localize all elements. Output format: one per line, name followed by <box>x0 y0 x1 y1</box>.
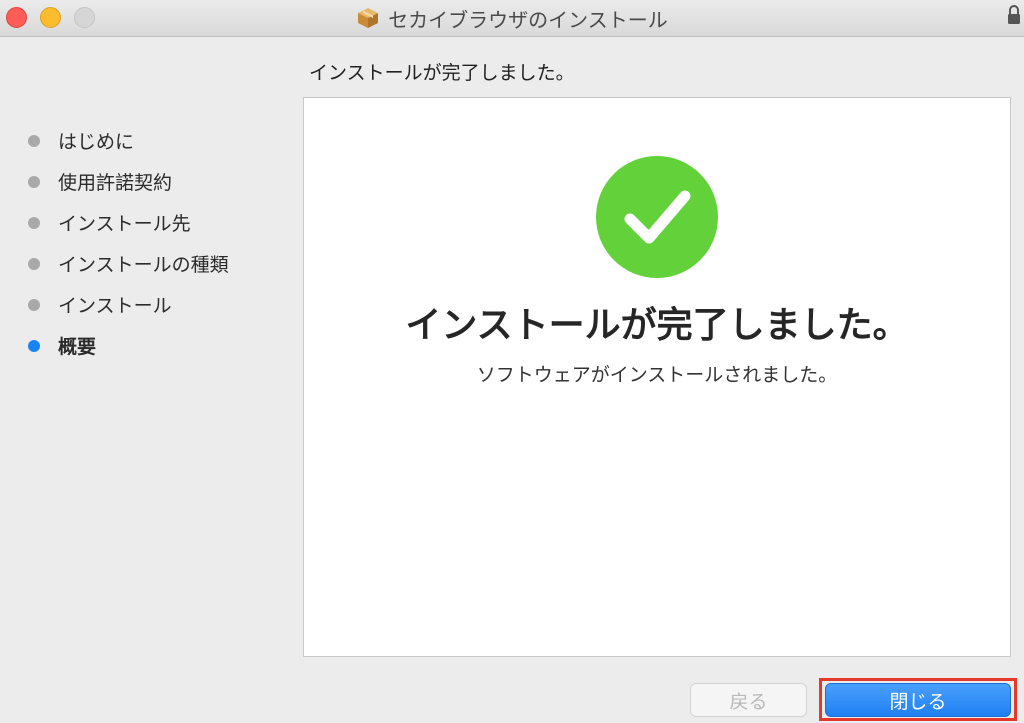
step-dot <box>28 216 40 229</box>
step-license: 使用許諾契約 <box>0 161 300 202</box>
step-dot <box>28 175 40 188</box>
step-label: インストールの種類 <box>58 254 229 276</box>
content-panel: インストールが完了しました。 ソフトウェアがインストールされました。 <box>303 97 1011 657</box>
step-summary: 概要 <box>0 325 300 366</box>
step-install-type: インストールの種類 <box>0 243 300 284</box>
step-label: 概要 <box>58 336 97 358</box>
close-button[interactable]: 閉じる <box>825 683 1011 717</box>
step-label: インストール <box>58 295 172 317</box>
title-bar[interactable]: セカイブラウザのインストール <box>0 0 1024 37</box>
back-button[interactable]: 戻る <box>690 683 807 717</box>
step-intro: はじめに <box>0 120 300 161</box>
step-dot <box>28 134 40 147</box>
step-dot <box>28 298 40 311</box>
step-sidebar: はじめに 使用許諾契約 インストール先 インストールの種類 インストール 概要 <box>0 120 300 366</box>
step-dot <box>28 257 40 270</box>
step-installation: インストール <box>0 284 300 325</box>
title-group: セカイブラウザのインストール <box>0 0 1024 36</box>
completion-title: インストールが完了しました。 <box>405 305 909 346</box>
step-dot-active <box>28 339 40 352</box>
step-destination: インストール先 <box>0 202 300 243</box>
page-heading: インストールが完了しました。 <box>309 62 575 84</box>
checkmark-icon <box>596 156 718 278</box>
package-icon <box>358 8 379 28</box>
completion-subtitle: ソフトウェアがインストールされました。 <box>476 364 838 386</box>
lock-icon[interactable] <box>1006 4 1022 26</box>
step-label: はじめに <box>58 131 135 153</box>
step-label: インストール先 <box>58 213 191 235</box>
installer-window: セカイブラウザのインストール はじめに 使用許諾契約 インストール先 インストー… <box>0 0 1024 723</box>
step-label: 使用許諾契約 <box>58 172 173 194</box>
window-title: セカイブラウザのインストール <box>388 7 668 32</box>
